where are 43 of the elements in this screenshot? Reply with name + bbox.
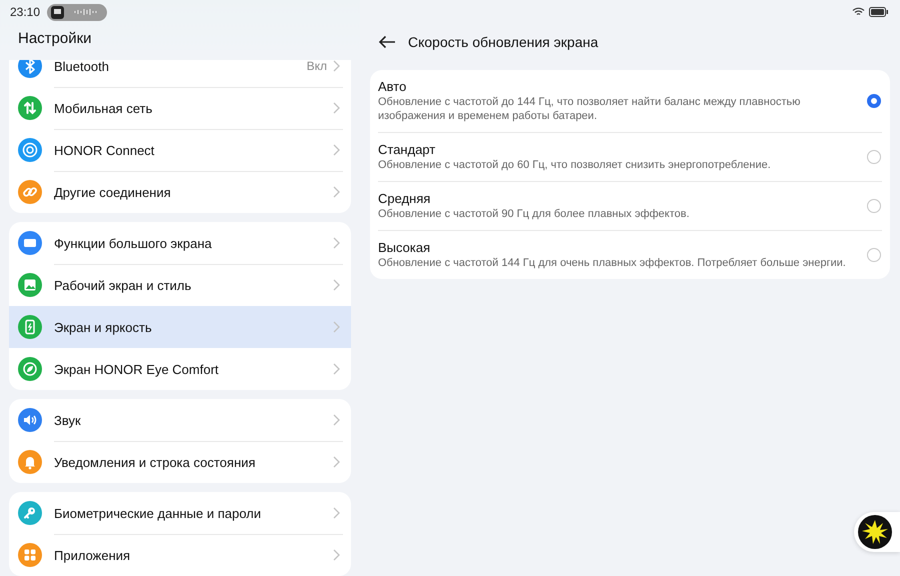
settings-title: Настройки [17, 29, 93, 47]
settings-item[interactable]: Уведомления и строка состояния [9, 441, 351, 483]
settings-item[interactable]: Биометрические данные и пароли [9, 492, 351, 534]
settings-item[interactable]: HONOR Connect [9, 129, 351, 171]
chevron-icon [333, 279, 340, 291]
back-icon[interactable] [378, 35, 396, 49]
settings-item[interactable]: Bluetooth Вкл [9, 60, 351, 87]
wifi-icon [852, 7, 865, 17]
waveform-icon [74, 8, 98, 16]
settings-item[interactable]: Приложения [9, 534, 351, 576]
settings-item[interactable]: Мобильная сеть [9, 87, 351, 129]
floating-ball-button[interactable] [854, 512, 900, 552]
chevron-icon [333, 102, 340, 114]
settings-item[interactable]: Экран HONOR Eye Comfort [9, 348, 351, 390]
chevron-icon [333, 549, 340, 561]
chevron-icon [333, 414, 340, 426]
settings-item[interactable]: Функции большого экрана [9, 222, 351, 264]
chevron-icon [333, 237, 340, 249]
chevron-icon [333, 507, 340, 519]
starburst-icon [858, 515, 892, 549]
radio-button[interactable] [867, 248, 881, 262]
chevron-icon [333, 456, 340, 468]
chevron-icon [333, 186, 340, 198]
radio-button[interactable] [867, 94, 881, 108]
radio-button[interactable] [867, 199, 881, 213]
chevron-icon [333, 321, 340, 333]
live-activity-pill[interactable] [47, 4, 108, 20]
chevron-icon [333, 144, 340, 156]
chevron-icon [333, 363, 340, 375]
refresh-rate-option[interactable]: Авто Обновление с частотой до 144 Гц, что позволяет найти баланс между плавностью изображения и временем работы батареи. [378, 70, 882, 132]
settings-item[interactable]: Звук [9, 399, 351, 441]
refresh-rate-option[interactable]: Высокая Обновление с частотой 144 Гц для очень плавных эффектов. Потребляет больше энергии. [378, 230, 882, 279]
chevron-icon [333, 60, 340, 72]
settings-item[interactable]: Экран и яркость [9, 306, 351, 348]
app-icon [51, 6, 64, 18]
settings-item[interactable]: Другие соединения [9, 171, 351, 213]
radio-button[interactable] [867, 150, 881, 164]
refresh-rate-option[interactable]: Средняя Обновление с частотой 90 Гц для более плавных эффектов. [378, 181, 882, 230]
battery-icon [869, 7, 888, 17]
status-time: 23:10 [10, 5, 40, 19]
refresh-rate-option[interactable]: Стандарт Обновление с частотой до 60 Гц, что позволяет снизить энергопотребление. [378, 132, 882, 181]
settings-item[interactable]: Рабочий экран и стиль [9, 264, 351, 306]
page-title: Скорость обновления экрана [408, 34, 598, 50]
